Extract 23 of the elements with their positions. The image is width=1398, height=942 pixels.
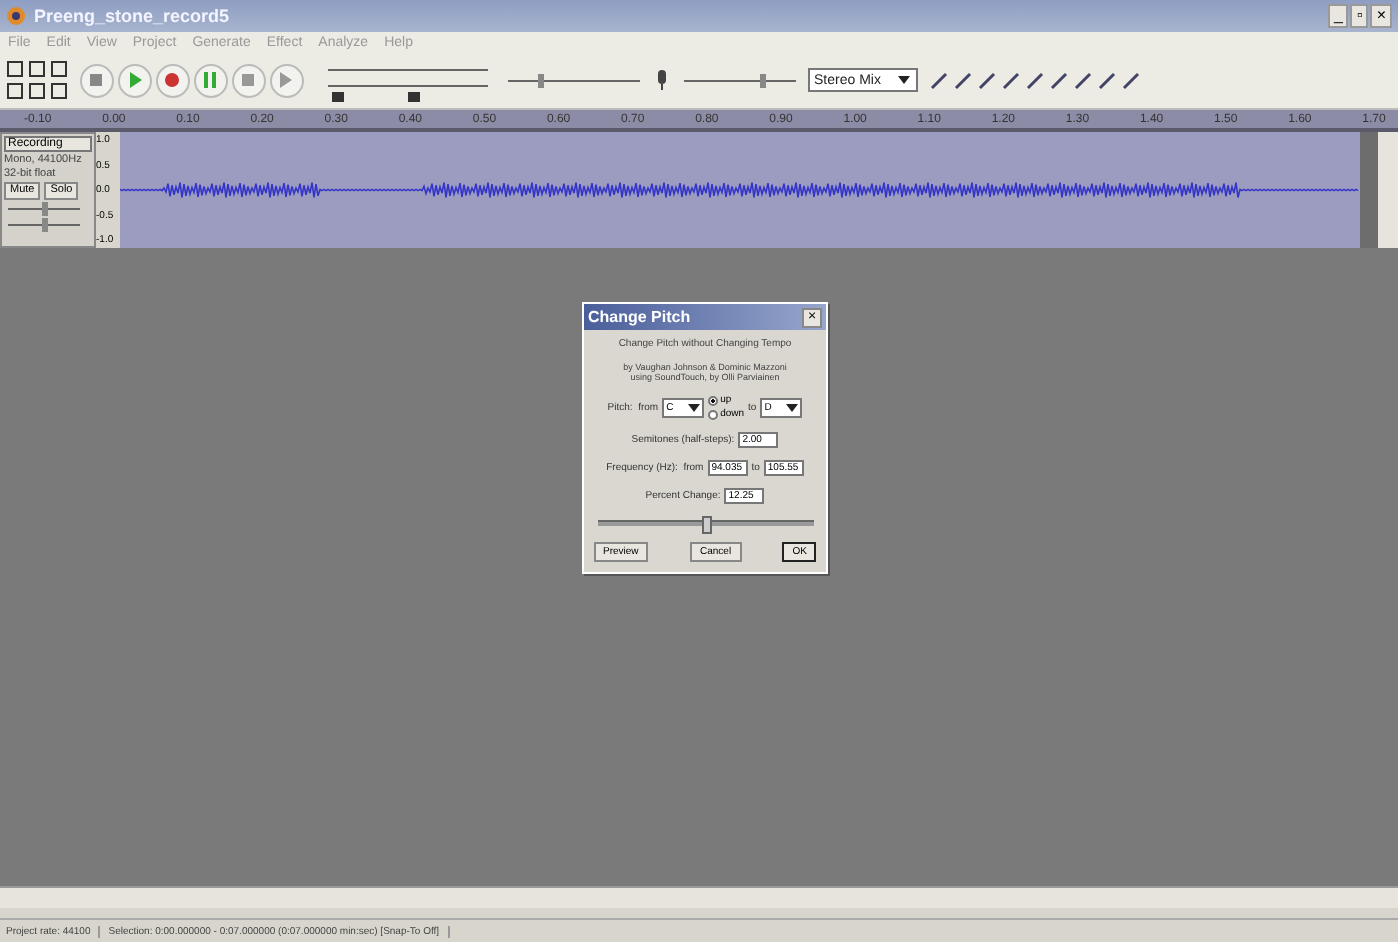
play-button[interactable] xyxy=(118,63,152,97)
slider-thumb[interactable] xyxy=(701,516,711,534)
slider-thumb[interactable] xyxy=(41,218,47,232)
dropdown-arrow-icon xyxy=(688,401,701,413)
horizontal-scrollbar[interactable] xyxy=(0,886,1398,908)
record-button[interactable] xyxy=(156,63,190,97)
radio-button[interactable] xyxy=(708,395,719,405)
app-icon xyxy=(6,6,26,26)
window-title: Preeng_stone_record5 xyxy=(34,6,232,26)
window-control-button[interactable]: × xyxy=(1370,4,1392,28)
microphone-icon xyxy=(652,68,672,92)
slider-thumb[interactable] xyxy=(759,73,766,87)
window-control-button[interactable]: _ xyxy=(1328,4,1349,28)
vertical-scrollbar[interactable] xyxy=(1378,132,1398,248)
slider-thumb[interactable] xyxy=(41,202,47,216)
dropdown-arrow-icon xyxy=(896,72,912,88)
pause-button[interactable] xyxy=(194,63,228,97)
dropdown-arrow-icon xyxy=(786,401,799,413)
dialog-title: Change Pitch xyxy=(588,308,691,326)
window-control-button[interactable]: ▫ xyxy=(1350,4,1369,28)
slider-thumb[interactable] xyxy=(538,73,544,87)
stop-button[interactable] xyxy=(232,63,266,97)
radio-button[interactable] xyxy=(708,409,719,419)
